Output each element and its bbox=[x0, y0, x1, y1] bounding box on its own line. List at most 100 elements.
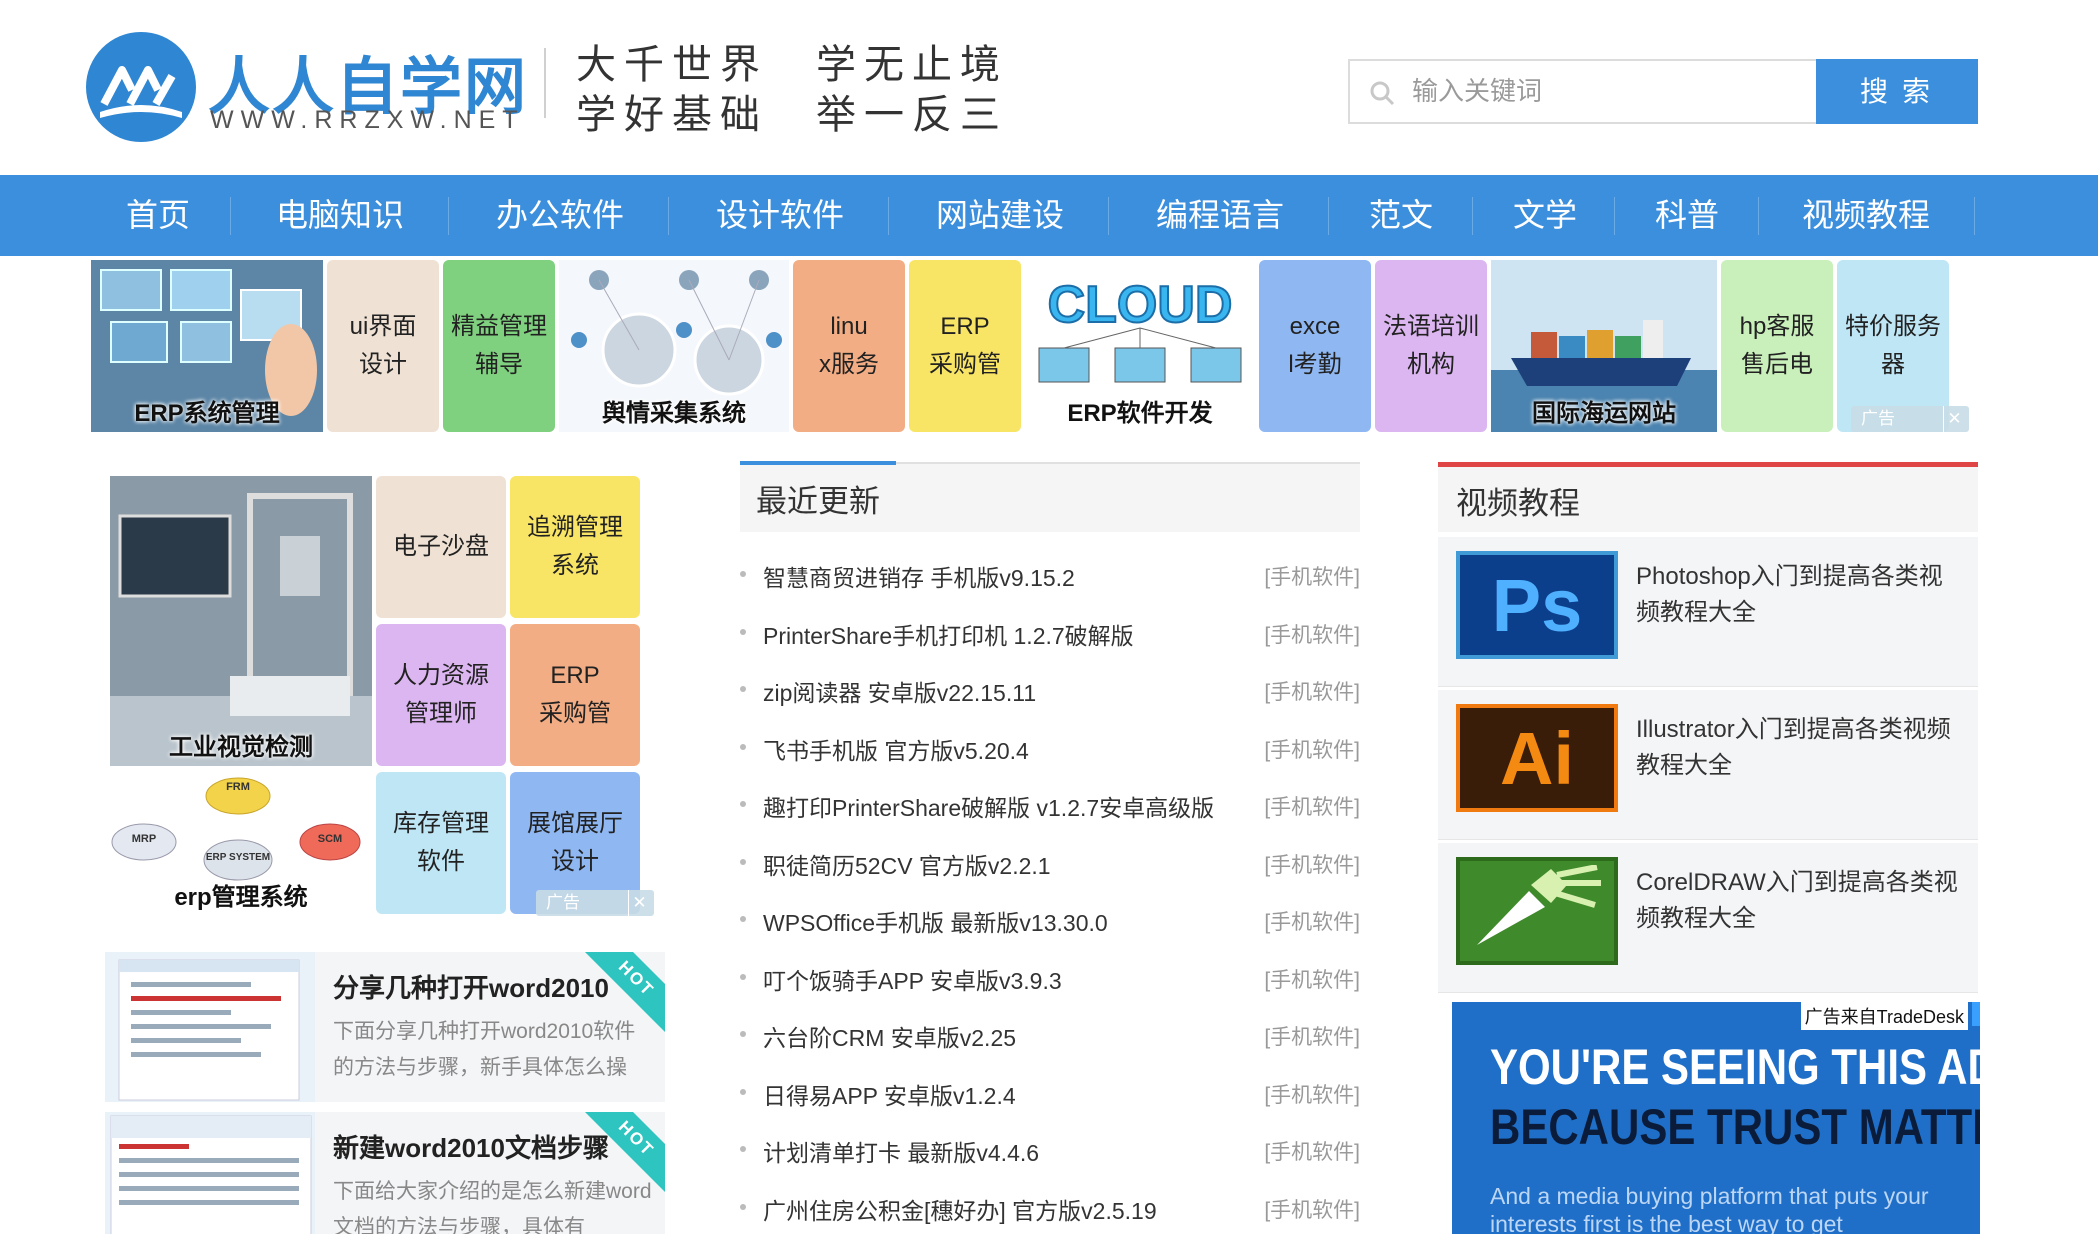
ad-erp-diagram[interactable]: FRM MRP SCM ERP SYSTEM erp管理系统 bbox=[110, 776, 372, 918]
ad-vision-inspection[interactable]: 工业视觉检测 bbox=[110, 476, 372, 766]
nav-item-science[interactable]: 科普 bbox=[1622, 175, 1752, 256]
item-category[interactable]: [手机软件] bbox=[1264, 906, 1360, 936]
nav-item-literature[interactable]: 文学 bbox=[1480, 175, 1610, 256]
close-icon[interactable]: ✕ bbox=[1943, 406, 1965, 432]
item-category[interactable]: [手机软件] bbox=[1264, 964, 1360, 994]
ad-erp-development[interactable]: CLOUD ERP软件开发 bbox=[1025, 260, 1255, 432]
item-title[interactable]: zip阅读器 安卓版v22.15.11 bbox=[763, 674, 1036, 708]
nav-divider bbox=[1328, 197, 1329, 235]
item-title[interactable]: WPSOffice手机版 最新版v13.30.0 bbox=[763, 904, 1108, 938]
item-category[interactable]: [手机软件] bbox=[1264, 791, 1360, 821]
list-item[interactable]: 日得易APP 安卓版v1.2.4 [手机软件] bbox=[740, 1072, 1360, 1112]
item-category[interactable]: [手机软件] bbox=[1264, 734, 1360, 764]
item-category[interactable]: [手机软件] bbox=[1264, 676, 1360, 706]
search-button[interactable]: 搜索 bbox=[1816, 59, 1978, 124]
item-title[interactable]: 六台阶CRM 安卓版v2.25 bbox=[763, 1019, 1016, 1053]
item-category[interactable]: [手机软件] bbox=[1264, 849, 1360, 879]
section-title: 视频教程 bbox=[1456, 486, 1580, 521]
ad-erp-purchase-2[interactable]: ERP 采购管 bbox=[510, 624, 640, 766]
ad-choices-icon[interactable] bbox=[1972, 1002, 1980, 1026]
ad-label: 管理师 bbox=[405, 700, 477, 727]
list-item[interactable]: 广州住房公积金[穗好办] 官方版v2.5.19 [手机软件] bbox=[740, 1187, 1360, 1227]
ad-label: 辅导 bbox=[475, 351, 523, 378]
item-category[interactable]: [手机软件] bbox=[1264, 1136, 1360, 1166]
ad-badge[interactable]: 广告 ✕ bbox=[536, 890, 654, 916]
video-title[interactable]: CorelDRAW入门到提高各类视频教程大全 bbox=[1636, 865, 1966, 937]
video-item-photoshop[interactable]: Ps Photoshop入门到提高各类视频教程大全 bbox=[1438, 537, 1978, 687]
ad-ui-design[interactable]: ui界面 设计 bbox=[327, 260, 439, 432]
item-category[interactable]: [手机软件] bbox=[1264, 1021, 1360, 1051]
article-thumbnail bbox=[105, 952, 315, 1102]
list-item[interactable]: 职徒简历52CV 官方版v2.2.1 [手机软件] bbox=[740, 842, 1360, 882]
top-ad-banner: ERP系统管理 ui界面 设计 精益管理 辅导 舆情采集系统 linu x服务 ERP… bbox=[91, 260, 1979, 434]
recommended-item[interactable]: 新建word2010文档步骤 下面给大家介绍的是怎么新建word文档的方法与步骤… bbox=[105, 1112, 665, 1234]
item-title[interactable]: 职徒简历52CV 官方版v2.2.1 bbox=[763, 847, 1051, 881]
item-category[interactable]: [手机软件] bbox=[1264, 1079, 1360, 1109]
item-title[interactable]: 飞书手机版 官方版v5.20.4 bbox=[763, 732, 1029, 766]
nav-divider bbox=[1614, 197, 1615, 235]
ad-shipping[interactable]: 国际海运网站 bbox=[1491, 260, 1717, 432]
item-title[interactable]: 趣打印PrinterShare破解版 v1.2.7安卓高级版 bbox=[763, 789, 1214, 823]
ad-linux-service[interactable]: linu x服务 bbox=[793, 260, 905, 432]
ad-traceability[interactable]: 追溯管理 系统 bbox=[510, 476, 640, 618]
item-title[interactable]: 智慧商贸进销存 手机版v9.15.2 bbox=[763, 559, 1075, 593]
ad-label: 设计 bbox=[359, 351, 407, 378]
nav-item-computer[interactable]: 电脑知识 bbox=[240, 175, 440, 256]
nav-item-home[interactable]: 首页 bbox=[96, 175, 220, 256]
ad-hr-manager[interactable]: 人力资源 管理师 bbox=[376, 624, 506, 766]
item-title[interactable]: 日得易APP 安卓版v1.2.4 bbox=[763, 1077, 1016, 1111]
ad-badge[interactable]: 广告 ✕ bbox=[1851, 406, 1969, 432]
search-icon bbox=[1370, 81, 1395, 106]
ad-erp-system[interactable]: ERP系统管理 bbox=[91, 260, 323, 432]
ad-label: hp客服 bbox=[1739, 313, 1815, 340]
ad-lean-management[interactable]: 精益管理 辅导 bbox=[443, 260, 555, 432]
ad-erp-purchase[interactable]: ERP 采购管 bbox=[909, 260, 1021, 432]
list-item[interactable]: PrinterShare手机打印机 1.2.7破解版 [手机软件] bbox=[740, 612, 1360, 652]
item-title[interactable]: 广州住房公积金[穗好办] 官方版v2.5.19 bbox=[763, 1192, 1157, 1226]
item-title[interactable]: PrinterShare手机打印机 1.2.7破解版 bbox=[763, 617, 1134, 651]
ad-e-sandbox[interactable]: 电子沙盘 bbox=[376, 476, 506, 618]
list-item[interactable]: 智慧商贸进销存 手机版v9.15.2 [手机软件] bbox=[740, 554, 1360, 594]
nav-item-essays[interactable]: 范文 bbox=[1336, 175, 1466, 256]
list-item[interactable]: 飞书手机版 官方版v5.20.4 [手机软件] bbox=[740, 727, 1360, 767]
nav-item-web[interactable]: 网站建设 bbox=[900, 175, 1100, 256]
nav-item-video[interactable]: 视频教程 bbox=[1766, 175, 1966, 256]
tradedesk-ad[interactable]: 广告来自TradeDesk YOU'RE SEEING THIS AD BECA… bbox=[1452, 1002, 1980, 1234]
close-icon[interactable]: ✕ bbox=[628, 890, 650, 916]
cloud-wordmark: CLOUD bbox=[1048, 276, 1233, 334]
ad-opinion-system[interactable]: 舆情采集系统 bbox=[559, 260, 789, 432]
recommended-item[interactable]: 分享几种打开word2010 下面分享几种打开word2010软件的方法与步骤，… bbox=[105, 952, 665, 1102]
nav-item-office[interactable]: 办公软件 bbox=[460, 175, 660, 256]
item-title[interactable]: 计划清单打卡 最新版v4.4.6 bbox=[763, 1134, 1039, 1168]
list-item[interactable]: zip阅读器 安卓版v22.15.11 [手机软件] bbox=[740, 669, 1360, 709]
ad-french-training[interactable]: 法语培训 机构 bbox=[1375, 260, 1487, 432]
ad-label: 特价服务 bbox=[1845, 313, 1941, 340]
ad-excel-attendance[interactable]: exce l考勤 bbox=[1259, 260, 1371, 432]
article-title[interactable]: 分享几种打开word2010 bbox=[333, 968, 609, 1005]
article-title[interactable]: 新建word2010文档步骤 bbox=[333, 1128, 609, 1165]
video-item-illustrator[interactable]: Ai Illustrator入门到提高各类视频教程大全 bbox=[1438, 690, 1978, 840]
article-summary: 下面分享几种打开word2010软件的方法与步骤，新手具体怎么操 bbox=[333, 1020, 636, 1079]
ad-label: 法语培训 bbox=[1383, 313, 1479, 340]
nav-item-design[interactable]: 设计软件 bbox=[680, 175, 880, 256]
list-item[interactable]: 趣打印PrinterShare破解版 v1.2.7安卓高级版 [手机软件] bbox=[740, 784, 1360, 824]
search-input[interactable] bbox=[1412, 61, 1808, 122]
nav-item-programming[interactable]: 编程语言 bbox=[1120, 175, 1320, 256]
list-item[interactable]: 叮个饭骑手APP 安卓版v3.9.3 [手机软件] bbox=[740, 957, 1360, 997]
ad-hp-service[interactable]: hp客服 售后电 bbox=[1721, 260, 1833, 432]
list-item[interactable]: 六台阶CRM 安卓版v2.25 [手机软件] bbox=[740, 1014, 1360, 1054]
ad-inventory[interactable]: 库存管理 软件 bbox=[376, 772, 506, 914]
site-logo[interactable]: 人人自学网 WWW.RRZXW.NET bbox=[86, 30, 526, 142]
nav-divider bbox=[888, 197, 889, 235]
list-item[interactable]: 计划清单打卡 最新版v4.4.6 [手机软件] bbox=[740, 1129, 1360, 1169]
video-title[interactable]: Illustrator入门到提高各类视频教程大全 bbox=[1636, 712, 1966, 784]
item-title[interactable]: 叮个饭骑手APP 安卓版v3.9.3 bbox=[763, 962, 1062, 996]
item-category[interactable]: [手机软件] bbox=[1264, 561, 1360, 591]
video-tutorials: 视频教程 Ps Photoshop入门到提高各类视频教程大全 Ai Illust… bbox=[1438, 462, 1980, 1234]
ad-label: l考勤 bbox=[1288, 351, 1342, 378]
video-title[interactable]: Photoshop入门到提高各类视频教程大全 bbox=[1636, 559, 1966, 631]
list-item[interactable]: WPSOffice手机版 最新版v13.30.0 [手机软件] bbox=[740, 899, 1360, 939]
video-item-coreldraw[interactable]: CorelDRAW入门到提高各类视频教程大全 bbox=[1438, 843, 1978, 993]
item-category[interactable]: [手机软件] bbox=[1264, 1194, 1360, 1224]
item-category[interactable]: [手机软件] bbox=[1264, 619, 1360, 649]
